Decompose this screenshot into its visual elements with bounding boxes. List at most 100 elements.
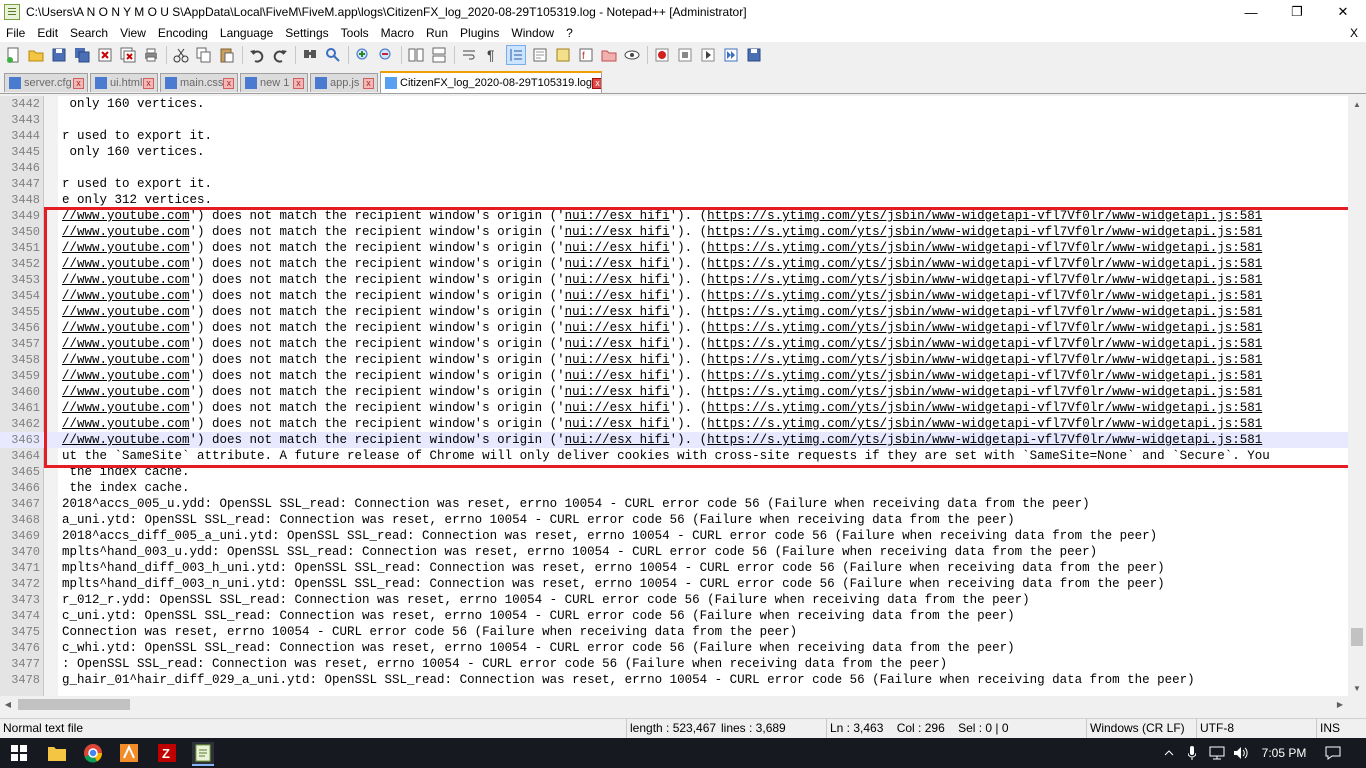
function-list-icon[interactable]: f — [577, 46, 595, 64]
line-link[interactable]: nui://esx_hifi — [565, 353, 670, 367]
save-icon[interactable] — [50, 46, 68, 64]
show-all-chars-icon[interactable]: ¶ — [483, 46, 501, 64]
line-link[interactable]: //www.youtube.com — [62, 385, 190, 399]
chrome-icon[interactable] — [82, 742, 104, 764]
line-link[interactable]: nui://esx_hifi — [565, 305, 670, 319]
editor-line[interactable]: 3442 only 160 vertices. — [0, 96, 1348, 112]
line-link[interactable]: //www.youtube.com — [62, 241, 190, 255]
editor-line[interactable]: 3450 //www.youtube.com') does not match t… — [0, 224, 1348, 240]
line-link[interactable]: https://s.ytimg.com/yts/jsbin/www-widget… — [707, 209, 1262, 223]
editor-line[interactable]: 3452 //www.youtube.com') does not match t… — [0, 256, 1348, 272]
notepadpp-taskbar-icon[interactable] — [192, 742, 214, 766]
line-link[interactable]: //www.youtube.com — [62, 321, 190, 335]
menu-encoding[interactable]: Encoding — [152, 24, 214, 42]
menu-file[interactable]: File — [0, 24, 31, 42]
line-link[interactable]: https://s.ytimg.com/yts/jsbin/www-widget… — [707, 433, 1262, 447]
run-macro-multiple-icon[interactable] — [722, 46, 740, 64]
menu-language[interactable]: Language — [214, 24, 279, 42]
zoom-out-icon[interactable] — [377, 46, 395, 64]
menu-run[interactable]: Run — [420, 24, 454, 42]
editor-line[interactable]: 3461 //www.youtube.com') does not match t… — [0, 400, 1348, 416]
volume-icon[interactable] — [1230, 738, 1252, 768]
line-link[interactable]: https://s.ytimg.com/yts/jsbin/www-widget… — [707, 321, 1262, 335]
editor-line[interactable]: 3471 mplts^hand_diff_003_h_uni.ytd: OpenS… — [0, 560, 1348, 576]
line-link[interactable]: https://s.ytimg.com/yts/jsbin/www-widget… — [707, 417, 1262, 431]
line-link[interactable]: nui://esx_hifi — [565, 209, 670, 223]
network-icon[interactable] — [1206, 738, 1228, 768]
editor-line[interactable]: 3466 the index cache. — [0, 480, 1348, 496]
tab-close-icon[interactable]: x — [592, 77, 601, 89]
editor-line[interactable]: 3447 r used to export it. — [0, 176, 1348, 192]
editor-line[interactable]: 3446 — [0, 160, 1348, 176]
line-link[interactable]: nui://esx_hifi — [565, 321, 670, 335]
editor-line[interactable]: 3443 — [0, 112, 1348, 128]
line-link[interactable]: nui://esx_hifi — [565, 433, 670, 447]
editor-line[interactable]: 3463 //www.youtube.com') does not match t… — [0, 432, 1348, 448]
vertical-scrollbar[interactable]: ▲ ▼ — [1348, 96, 1366, 696]
line-link[interactable]: https://s.ytimg.com/yts/jsbin/www-widget… — [707, 273, 1262, 287]
editor-line[interactable]: 3468 a_uni.ytd: OpenSSL SSL_read: Connect… — [0, 512, 1348, 528]
zoom-in-icon[interactable] — [354, 46, 372, 64]
sync-vertical-icon[interactable] — [407, 46, 425, 64]
editor-line[interactable]: 3460 //www.youtube.com') does not match t… — [0, 384, 1348, 400]
line-link[interactable]: nui://esx_hifi — [565, 337, 670, 351]
status-encoding[interactable]: UTF-8 — [1196, 719, 1316, 738]
line-link[interactable]: //www.youtube.com — [62, 209, 190, 223]
close-all-icon[interactable] — [119, 46, 137, 64]
sublime-icon[interactable] — [118, 742, 140, 764]
line-link[interactable]: https://s.ytimg.com/yts/jsbin/www-widget… — [707, 305, 1262, 319]
clock-time[interactable]: 7:05 PM — [1256, 738, 1312, 768]
folder-as-workspace-icon[interactable] — [600, 46, 618, 64]
line-link[interactable]: nui://esx_hifi — [565, 289, 670, 303]
editor-line[interactable]: 3451 //www.youtube.com') does not match t… — [0, 240, 1348, 256]
paste-icon[interactable] — [218, 46, 236, 64]
close-document-button[interactable]: X — [1350, 24, 1358, 42]
monitoring-icon[interactable] — [623, 46, 641, 64]
scroll-down-icon[interactable]: ▼ — [1348, 680, 1366, 696]
line-link[interactable]: https://s.ytimg.com/yts/jsbin/www-widget… — [707, 257, 1262, 271]
editor-line[interactable]: 3458 //www.youtube.com') does not match t… — [0, 352, 1348, 368]
editor-line[interactable]: 3467 2018^accs_005_u.ydd: OpenSSL SSL_rea… — [0, 496, 1348, 512]
redo-icon[interactable] — [271, 46, 289, 64]
line-link[interactable]: //www.youtube.com — [62, 401, 190, 415]
scroll-up-icon[interactable]: ▲ — [1348, 96, 1366, 112]
editor-line[interactable]: 3477: OpenSSL SSL_read: Connection was r… — [0, 656, 1348, 672]
editor-line[interactable]: 3476 c_whi.ytd: OpenSSL SSL_read: Connect… — [0, 640, 1348, 656]
tab-close-icon[interactable]: x — [293, 77, 304, 89]
editor-line[interactable]: 3444 r used to export it. — [0, 128, 1348, 144]
tab-close-icon[interactable]: x — [73, 77, 84, 89]
editor-line[interactable]: 3465 the index cache. — [0, 464, 1348, 480]
line-link[interactable]: nui://esx_hifi — [565, 225, 670, 239]
line-link[interactable]: https://s.ytimg.com/yts/jsbin/www-widget… — [707, 401, 1262, 415]
menu-edit[interactable]: Edit — [31, 24, 64, 42]
line-link[interactable]: //www.youtube.com — [62, 225, 190, 239]
line-link[interactable]: //www.youtube.com — [62, 433, 190, 447]
menu-search[interactable]: Search — [64, 24, 114, 42]
line-link[interactable]: nui://esx_hifi — [565, 241, 670, 255]
editor-line[interactable]: 3469 2018^accs_diff_005_a_uni.ytd: OpenSS… — [0, 528, 1348, 544]
windows-start-icon[interactable] — [8, 742, 30, 764]
stop-macro-icon[interactable] — [676, 46, 694, 64]
editor-line[interactable]: 3459 //www.youtube.com') does not match t… — [0, 368, 1348, 384]
sync-horizontal-icon[interactable] — [430, 46, 448, 64]
menu-tools[interactable]: Tools — [335, 24, 375, 42]
menu-plugins[interactable]: Plugins — [454, 24, 505, 42]
tab-close-icon[interactable]: x — [223, 77, 235, 89]
menu-window[interactable]: Window — [505, 24, 560, 42]
menu-settings[interactable]: Settings — [279, 24, 334, 42]
vertical-scroll-thumb[interactable] — [1351, 628, 1363, 646]
editor-line[interactable]: 3455 //www.youtube.com') does not match t… — [0, 304, 1348, 320]
tab-app-js[interactable]: app.js x — [310, 73, 378, 92]
microphone-icon[interactable] — [1182, 738, 1202, 768]
editor-line[interactable]: 3448 e only 312 vertices. — [0, 192, 1348, 208]
line-link[interactable]: https://s.ytimg.com/yts/jsbin/www-widget… — [707, 385, 1262, 399]
user-defined-language-icon[interactable] — [531, 46, 549, 64]
line-link[interactable]: nui://esx_hifi — [565, 401, 670, 415]
tab-close-icon[interactable]: x — [363, 77, 374, 89]
tab-close-icon[interactable]: x — [143, 77, 154, 89]
editor-line[interactable]: 3445 only 160 vertices. — [0, 144, 1348, 160]
document-map-icon[interactable] — [554, 46, 572, 64]
line-link[interactable]: nui://esx_hifi — [565, 369, 670, 383]
file-explorer-icon[interactable] — [46, 742, 68, 764]
notepadpp-icon[interactable] — [4, 4, 20, 20]
